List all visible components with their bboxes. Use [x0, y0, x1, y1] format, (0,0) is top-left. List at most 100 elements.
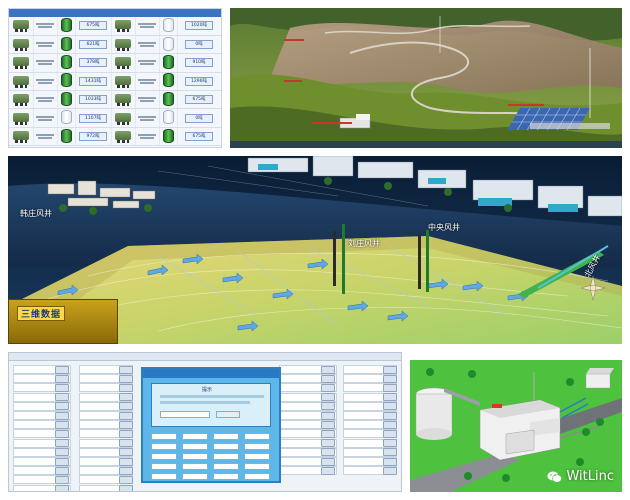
- control-toggle-button[interactable]: [55, 457, 69, 466]
- dialog-value-cell[interactable]: [182, 463, 208, 470]
- silo-tonnage-value[interactable]: 675吨: [185, 132, 213, 142]
- control-toggle-button[interactable]: [321, 383, 335, 392]
- dialog-value-cell[interactable]: [151, 443, 177, 450]
- control-toggle-button[interactable]: [321, 411, 335, 420]
- control-toggle-button[interactable]: [119, 475, 133, 484]
- control-toggle-button[interactable]: [321, 429, 335, 438]
- fan-label-liuzhuang[interactable]: 刘庄风井: [348, 238, 380, 249]
- control-toggle-button[interactable]: [55, 365, 69, 374]
- control-toggle-button[interactable]: [55, 439, 69, 448]
- silo-row[interactable]: 675吨 1020吨: [9, 17, 221, 36]
- control-toggle-button[interactable]: [55, 448, 69, 457]
- control-toggle-button[interactable]: [55, 420, 69, 429]
- silo-tonnage-value[interactable]: 1296吨: [185, 76, 213, 86]
- dialog-value-cell[interactable]: [182, 473, 208, 480]
- prompt-dialog[interactable]: 提示: [141, 367, 281, 483]
- dialog-value-cell[interactable]: [182, 443, 208, 450]
- silo-row[interactable]: 1107吨 0吨: [9, 108, 221, 128]
- dialog-value-cell[interactable]: [244, 453, 270, 460]
- control-toggle-button[interactable]: [119, 439, 133, 448]
- control-toggle-button[interactable]: [55, 411, 69, 420]
- silo-tonnage-value[interactable]: 675吨: [185, 95, 213, 105]
- dialog-value-cell[interactable]: [151, 433, 177, 440]
- silo-row[interactable]: 1033吨 675吨: [9, 90, 221, 110]
- dialog-value-cell[interactable]: [244, 463, 270, 470]
- control-toggle-button[interactable]: [383, 383, 397, 392]
- control-toggle-button[interactable]: [55, 374, 69, 383]
- control-toggle-button[interactable]: [119, 466, 133, 475]
- control-toggle-button[interactable]: [321, 365, 335, 374]
- dialog-value-cell[interactable]: [151, 453, 177, 460]
- dialog-confirm-button[interactable]: [216, 411, 240, 418]
- silo-row[interactable]: 378吨 910吨: [9, 53, 221, 73]
- site-label-3[interactable]: [312, 122, 352, 124]
- control-toggle-button[interactable]: [383, 393, 397, 402]
- dialog-value-cell[interactable]: [182, 453, 208, 460]
- control-toggle-button[interactable]: [55, 402, 69, 411]
- control-toggle-button[interactable]: [321, 420, 335, 429]
- control-toggle-button[interactable]: [383, 439, 397, 448]
- control-toggle-button[interactable]: [383, 402, 397, 411]
- dialog-value-cell[interactable]: [213, 433, 239, 440]
- control-toggle-button[interactable]: [383, 457, 397, 466]
- control-toggle-button[interactable]: [119, 383, 133, 392]
- dialog-value-cell[interactable]: [244, 433, 270, 440]
- site-label-2[interactable]: [284, 80, 302, 82]
- dialog-value-cell[interactable]: [213, 453, 239, 460]
- control-toggle-button[interactable]: [119, 411, 133, 420]
- fan-label-zhongyang[interactable]: 中央风井: [428, 222, 460, 233]
- control-toggle-button[interactable]: [55, 475, 69, 484]
- silo-tonnage-value[interactable]: 1107吨: [79, 113, 107, 123]
- dialog-value-cell[interactable]: [213, 443, 239, 450]
- control-toggle-button[interactable]: [55, 393, 69, 402]
- dialog-value-cell[interactable]: [151, 473, 177, 480]
- silo-tonnage-value[interactable]: 1020吨: [185, 21, 213, 31]
- silo-row[interactable]: 972吨 675吨: [9, 127, 221, 147]
- silo-tonnage-value[interactable]: 1033吨: [79, 95, 107, 105]
- control-toggle-button[interactable]: [383, 429, 397, 438]
- control-toggle-button[interactable]: [383, 374, 397, 383]
- silo-tonnage-value[interactable]: 972吨: [79, 132, 107, 142]
- control-toggle-button[interactable]: [55, 466, 69, 475]
- control-toggle-button[interactable]: [119, 448, 133, 457]
- site-label-1[interactable]: [284, 39, 304, 41]
- silo-tonnage-value[interactable]: 378吨: [79, 58, 107, 68]
- silo-tonnage-value[interactable]: 0吨: [185, 113, 213, 123]
- dialog-value-cell[interactable]: [213, 473, 239, 480]
- silo-tonnage-value[interactable]: 1431吨: [79, 76, 107, 86]
- control-toggle-button[interactable]: [321, 466, 335, 475]
- control-toggle-button[interactable]: [55, 429, 69, 438]
- site-label-4[interactable]: [508, 104, 544, 106]
- silo-tonnage-value[interactable]: 910吨: [185, 58, 213, 68]
- control-toggle-button[interactable]: [383, 365, 397, 374]
- silo-tonnage-value[interactable]: 675吨: [79, 21, 107, 31]
- control-toggle-button[interactable]: [383, 448, 397, 457]
- dialog-input-field[interactable]: [160, 411, 210, 418]
- fan-label-hanzhuang[interactable]: 韩庄风井: [20, 208, 52, 219]
- dialog-value-cell[interactable]: [151, 463, 177, 470]
- control-toggle-button[interactable]: [119, 485, 133, 491]
- silo-row[interactable]: 1431吨 1296吨: [9, 72, 221, 92]
- control-toggle-button[interactable]: [119, 420, 133, 429]
- control-toggle-button[interactable]: [119, 457, 133, 466]
- dialog-value-cell[interactable]: [244, 473, 270, 480]
- silo-tonnage-value[interactable]: 0吨: [185, 40, 213, 50]
- silo-tonnage-value[interactable]: 621吨: [79, 40, 107, 50]
- silo-row[interactable]: 621吨 0吨: [9, 35, 221, 55]
- control-toggle-button[interactable]: [321, 393, 335, 402]
- control-toggle-button[interactable]: [321, 402, 335, 411]
- dialog-value-cell[interactable]: [244, 443, 270, 450]
- control-toggle-button[interactable]: [321, 439, 335, 448]
- control-toggle-button[interactable]: [119, 402, 133, 411]
- control-toggle-button[interactable]: [383, 420, 397, 429]
- control-toggle-button[interactable]: [119, 374, 133, 383]
- control-toggle-button[interactable]: [55, 383, 69, 392]
- control-toggle-button[interactable]: [321, 457, 335, 466]
- control-toggle-button[interactable]: [55, 485, 69, 491]
- dialog-titlebar[interactable]: [143, 369, 279, 378]
- control-toggle-button[interactable]: [119, 393, 133, 402]
- control-toggle-button[interactable]: [383, 411, 397, 420]
- control-toggle-button[interactable]: [119, 365, 133, 374]
- control-toggle-button[interactable]: [119, 429, 133, 438]
- control-toggle-button[interactable]: [321, 374, 335, 383]
